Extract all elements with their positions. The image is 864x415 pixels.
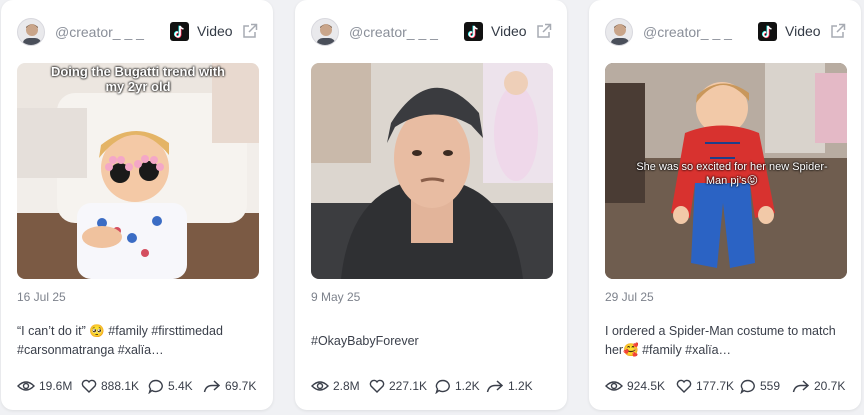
- platform-label: Video: [785, 23, 821, 39]
- stats-row: 2.8M 227.1K 1.2K 1.2K: [311, 377, 561, 395]
- likes-stat: 888.1K: [81, 377, 139, 395]
- video-overlay-text: Doing the Bugatti trend with my 2yr old: [50, 64, 226, 94]
- post-caption: I ordered a Spider-Man costume to match …: [605, 324, 836, 357]
- likes-stat: 227.1K: [369, 377, 427, 395]
- post-date: 29 Jul 25: [605, 290, 654, 304]
- card-header: @creator_ _ _ Video: [311, 17, 553, 47]
- username[interactable]: @creator_ _ _: [643, 24, 732, 40]
- external-link-icon[interactable]: [241, 22, 259, 40]
- share-icon: [203, 380, 221, 393]
- shares-count: 69.7K: [225, 379, 257, 393]
- likes-count: 888.1K: [101, 379, 140, 393]
- username[interactable]: @creator_ _ _: [349, 24, 438, 40]
- avatar[interactable]: [17, 18, 45, 46]
- post-card[interactable]: @creator_ _ _ Video 16 Jul 25 “I can’t d…: [1, 0, 273, 410]
- shares-stat: 69.7K: [203, 377, 256, 395]
- post-date: 9 May 25: [311, 290, 361, 304]
- shares-count: 20.7K: [814, 379, 846, 393]
- share-icon: [486, 380, 504, 393]
- comments-stat: 1.2K: [435, 377, 480, 395]
- card-header: @creator_ _ _ Video: [605, 17, 847, 47]
- views-stat: 19.6M: [17, 377, 72, 395]
- shares-stat: 1.2K: [486, 377, 533, 395]
- platform-label: Video: [197, 23, 233, 39]
- likes-stat: 177.7K: [676, 377, 734, 395]
- heart-icon: [369, 379, 385, 393]
- tiktok-icon: [758, 22, 777, 41]
- views-stat: 2.8M: [311, 377, 360, 395]
- heart-icon: [676, 379, 692, 393]
- post-date: 16 Jul 25: [17, 290, 66, 304]
- tiktok-icon: [170, 22, 189, 41]
- shares-stat: 20.7K: [792, 377, 845, 395]
- tiktok-icon: [464, 22, 483, 41]
- comments-count: 5.4K: [168, 379, 193, 393]
- username[interactable]: @creator_ _ _: [55, 24, 144, 40]
- heart-icon: [81, 379, 97, 393]
- post-card[interactable]: @creator_ _ _ Video 29 Jul 25 I ordered …: [589, 0, 861, 410]
- likes-count: 177.7K: [696, 379, 735, 393]
- post-card[interactable]: @creator_ _ _ Video 9 May 25 #OkayBabyFo…: [295, 0, 567, 410]
- avatar[interactable]: [605, 18, 633, 46]
- share-icon: [792, 380, 810, 393]
- comments-stat: 5.4K: [148, 377, 193, 395]
- shares-count: 1.2K: [508, 379, 533, 393]
- post-caption: #OkayBabyForever: [311, 334, 419, 348]
- stats-row: 19.6M 888.1K 5.4K 69.7K: [17, 377, 267, 395]
- eye-icon: [605, 381, 623, 391]
- video-overlay-text: She was so excited for her new Spider-Ma…: [636, 161, 828, 187]
- views-count: 19.6M: [39, 379, 73, 393]
- avatar[interactable]: [311, 18, 339, 46]
- post-caption: “I can’t do it” 🥺 #family #firsttimedad …: [17, 324, 223, 357]
- comments-count: 1.2K: [455, 379, 480, 393]
- video-thumbnail[interactable]: [17, 63, 259, 279]
- eye-icon: [17, 381, 35, 391]
- comments-count: 559: [760, 379, 781, 393]
- eye-icon: [311, 381, 329, 391]
- comment-icon: [435, 379, 450, 394]
- views-stat: 924.5K: [605, 377, 665, 395]
- external-link-icon[interactable]: [829, 22, 847, 40]
- external-link-icon[interactable]: [535, 22, 553, 40]
- views-count: 924.5K: [627, 379, 666, 393]
- platform-label: Video: [491, 23, 527, 39]
- stats-row: 924.5K 177.7K 559 20.7K: [605, 377, 855, 395]
- comment-icon: [148, 379, 163, 394]
- comment-icon: [740, 379, 755, 394]
- card-header: @creator_ _ _ Video: [17, 17, 259, 47]
- video-thumbnail[interactable]: [311, 63, 553, 279]
- views-count: 2.8M: [333, 379, 360, 393]
- comments-stat: 559: [740, 377, 780, 395]
- likes-count: 227.1K: [389, 379, 428, 393]
